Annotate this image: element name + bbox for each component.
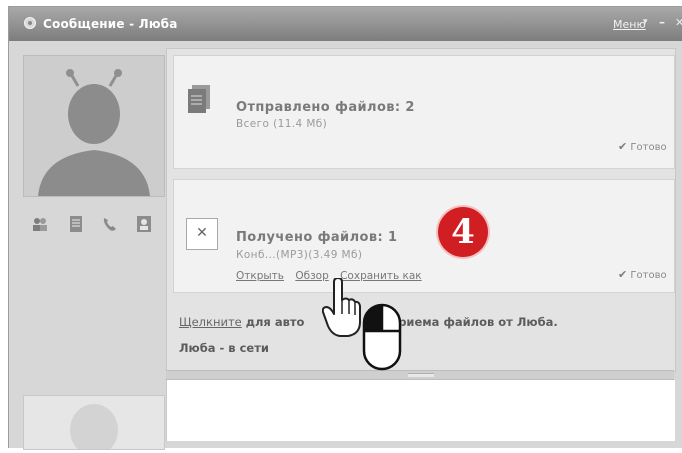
- checkmark-icon: ✔: [618, 268, 628, 281]
- title-bar[interactable]: Сообщение - Люба Меню ▾ – ✕: [9, 7, 682, 41]
- mouse-left-click-icon: [362, 303, 402, 371]
- step-number-badge: 4: [438, 207, 488, 257]
- splitter-grip[interactable]: [408, 373, 434, 377]
- window-title: Сообщение - Люба: [43, 17, 178, 31]
- received-files-panel: ✕ Получено файлов: 1 Конб...(MP3)(3.49 М…: [173, 179, 675, 293]
- message-input[interactable]: [166, 380, 675, 441]
- own-avatar: [23, 395, 165, 453]
- sent-files-panel: Отправлено файлов: 2 Всего (11.4 Мб) ✔ Г…: [173, 55, 675, 169]
- sent-files-size: Всего (11.4 Мб): [236, 118, 328, 130]
- messenger-icon: [24, 17, 36, 29]
- phone-icon[interactable]: [101, 215, 119, 233]
- sent-status: ✔ Готово: [618, 140, 667, 153]
- auto-receive-text: для авто: [241, 315, 305, 329]
- received-status-text: Готово: [630, 270, 667, 281]
- sent-status-text: Готово: [630, 142, 667, 153]
- checkmark-icon: ✔: [618, 140, 628, 153]
- contact-actions-toolbar: [31, 215, 161, 235]
- avatar-silhouette-icon: [70, 404, 118, 453]
- auto-receive-link[interactable]: Щелкните: [179, 315, 242, 329]
- notes-icon[interactable]: [67, 215, 85, 233]
- avatar-silhouette-icon: [24, 56, 164, 196]
- missing-file-icon: ✕: [186, 218, 218, 250]
- sent-files-title: Отправлено файлов: 2: [236, 100, 415, 115]
- contacts-icon[interactable]: [31, 215, 49, 233]
- open-link[interactable]: Открыть: [236, 270, 284, 282]
- chat-history: Отправлено файлов: 2 Всего (11.4 Мб) ✔ Г…: [166, 48, 676, 372]
- hand-cursor-icon: [322, 278, 361, 337]
- profile-icon[interactable]: [135, 215, 153, 233]
- document-icon: [188, 85, 210, 113]
- received-files-title: Получено файлов: 1: [236, 230, 398, 245]
- chevron-down-icon[interactable]: ▾: [643, 17, 648, 27]
- minimize-button[interactable]: –: [659, 15, 665, 29]
- presence-status: Люба - в сети: [179, 341, 269, 355]
- menu-button[interactable]: Меню: [613, 18, 646, 31]
- received-status: ✔ Готово: [618, 268, 667, 281]
- received-file-name: Конб...(MP3)(3.49 Мб): [236, 249, 363, 261]
- pane-splitter[interactable]: [166, 370, 674, 380]
- contact-avatar: [23, 55, 165, 197]
- close-button[interactable]: ✕: [675, 16, 682, 29]
